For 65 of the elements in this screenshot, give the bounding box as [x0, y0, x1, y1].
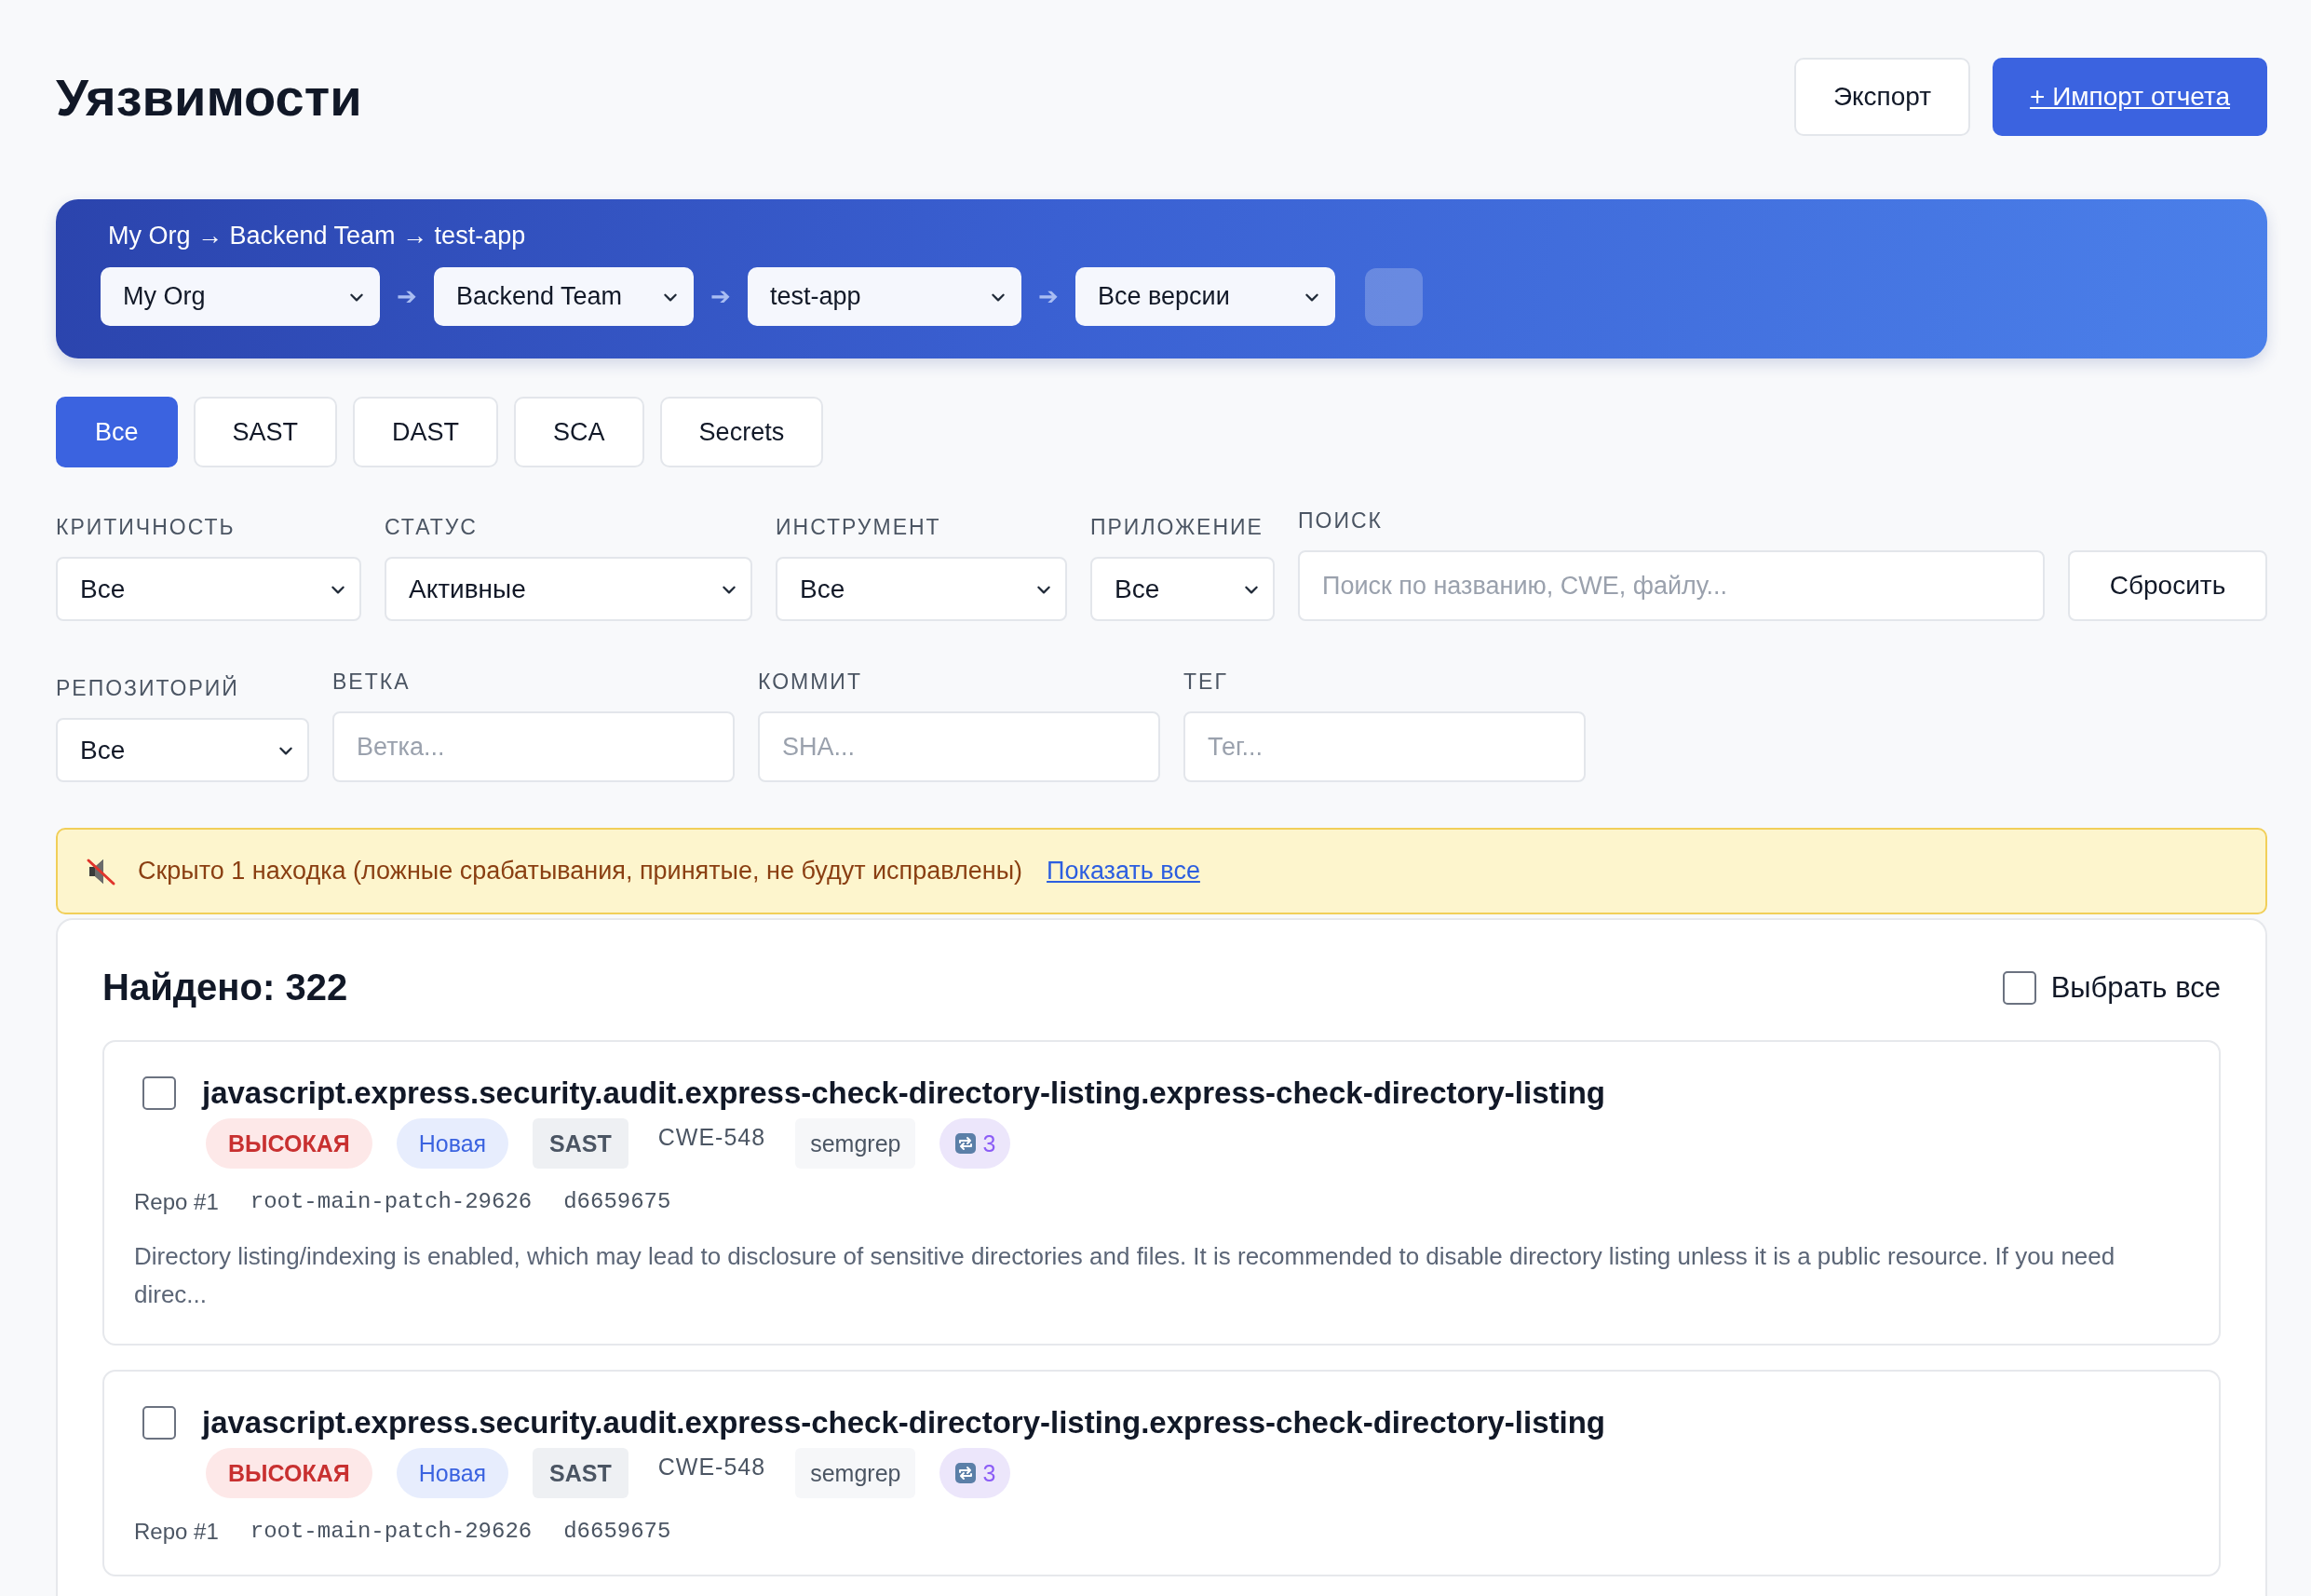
scanner-badge: semgrep [795, 1118, 916, 1169]
repo-label: Repo #1 [134, 1519, 219, 1545]
filter-tab[interactable]: SCA [514, 397, 644, 467]
severity-badge: ВЫСОКАЯ [206, 1448, 372, 1498]
scope-dropdown[interactable]: Backend Team [434, 267, 694, 326]
input-field[interactable]: Тег... [1183, 711, 1586, 782]
filter-label: ИНСТРУМЕНТ [776, 515, 942, 540]
reset-button[interactable]: Сбросить [2068, 550, 2267, 621]
status-badge: Новая [396, 1118, 509, 1169]
cwe-label: CWE-548 [656, 1454, 767, 1481]
filter-dropdown[interactable]: Все [56, 718, 309, 782]
filter-label: КРИТИЧНОСТЬ [56, 515, 237, 540]
finding-checkbox[interactable] [142, 1076, 176, 1110]
show-all-link[interactable]: Показать все [1047, 857, 1200, 886]
select-all-checkbox[interactable] [2002, 970, 2036, 1005]
filter-tab[interactable]: Secrets [659, 397, 824, 467]
finding-description: Directory listing/indexing is enabled, which may lead to disclosure of sensitive directories and files. It is recommended to disable directory listing unless it is a public resource. If you need direc... [134, 1241, 2116, 1310]
filter-tab[interactable]: SAST [193, 397, 338, 467]
results-count: Найдено: 322 [102, 967, 348, 1008]
breadcrumb: My Org → Backend Team → test-app [108, 222, 527, 250]
branch-label: root-main-patch-29626 [250, 1189, 533, 1215]
branch-label: root-main-patch-29626 [250, 1519, 533, 1545]
occurrences-badge: 3 [939, 1118, 1011, 1169]
filter-tab[interactable]: DAST [353, 397, 499, 467]
filter-tab[interactable]: Все [56, 397, 178, 467]
filter-dropdown[interactable]: Все [56, 557, 361, 621]
input-field[interactable]: Ветка... [332, 711, 735, 782]
repeat-icon [954, 1132, 978, 1155]
commit-label: d6659675 [563, 1519, 671, 1545]
arrow-separator: ➔ [710, 282, 731, 311]
filter-label: КОММИТ [758, 670, 863, 695]
filter-label: ПРИЛОЖЕНИЕ [1090, 515, 1264, 540]
repo-label: Repo #1 [134, 1189, 219, 1215]
page-title: Уязвимости [56, 66, 362, 128]
select-all-label: Выбрать все [2050, 970, 2221, 1005]
filter-label: РЕПОЗИТОРИЙ [56, 676, 240, 701]
arrow-separator: ➔ [397, 282, 417, 311]
scanner-badge: semgrep [795, 1448, 916, 1498]
occurrences-badge: 3 [939, 1448, 1011, 1498]
tool-type-badge: SAST [533, 1118, 628, 1169]
commit-label: d6659675 [563, 1189, 671, 1215]
filter-label: ТЕГ [1183, 670, 1229, 695]
finding-title: javascript.express.security.audit.express-check-directory-listing.express-check-directory-listing [202, 1405, 1605, 1440]
tool-type-badge: SAST [533, 1448, 628, 1498]
filter-label: ВЕТКА [332, 670, 412, 695]
status-badge: Новая [396, 1448, 509, 1498]
input-field[interactable]: SHA... [758, 711, 1160, 782]
search-field[interactable]: Поиск по названию, CWE, файлу... [1298, 550, 2045, 621]
severity-badge: ВЫСОКАЯ [206, 1118, 372, 1169]
finding-checkbox[interactable] [142, 1406, 176, 1440]
export-button[interactable]: Экспорт [1793, 58, 1971, 136]
filter-dropdown[interactable]: Все [1090, 557, 1275, 621]
cwe-label: CWE-548 [656, 1124, 767, 1151]
filter-dropdown[interactable]: Все [776, 557, 1067, 621]
filter-dropdown[interactable]: Активные [385, 557, 752, 621]
import-report-button[interactable]: + Импорт отчета [1993, 58, 2267, 136]
repeat-icon [954, 1462, 978, 1484]
scope-dropdown[interactable]: My Org [101, 267, 380, 326]
scope-dropdown[interactable]: test-app [748, 267, 1021, 326]
scope-dropdown[interactable]: Все версии [1075, 267, 1335, 326]
arrow-separator: ➔ [1038, 282, 1059, 311]
finding-title: javascript.express.security.audit.express-check-directory-listing.express-check-directory-listing [202, 1075, 1605, 1111]
notice-text: Скрыто 1 находка (ложные срабатывания, принятые, не будут исправлены) [138, 857, 1023, 886]
filter-label: СТАТУС [385, 515, 479, 540]
filter-label: ПОИСК [1298, 508, 1384, 534]
